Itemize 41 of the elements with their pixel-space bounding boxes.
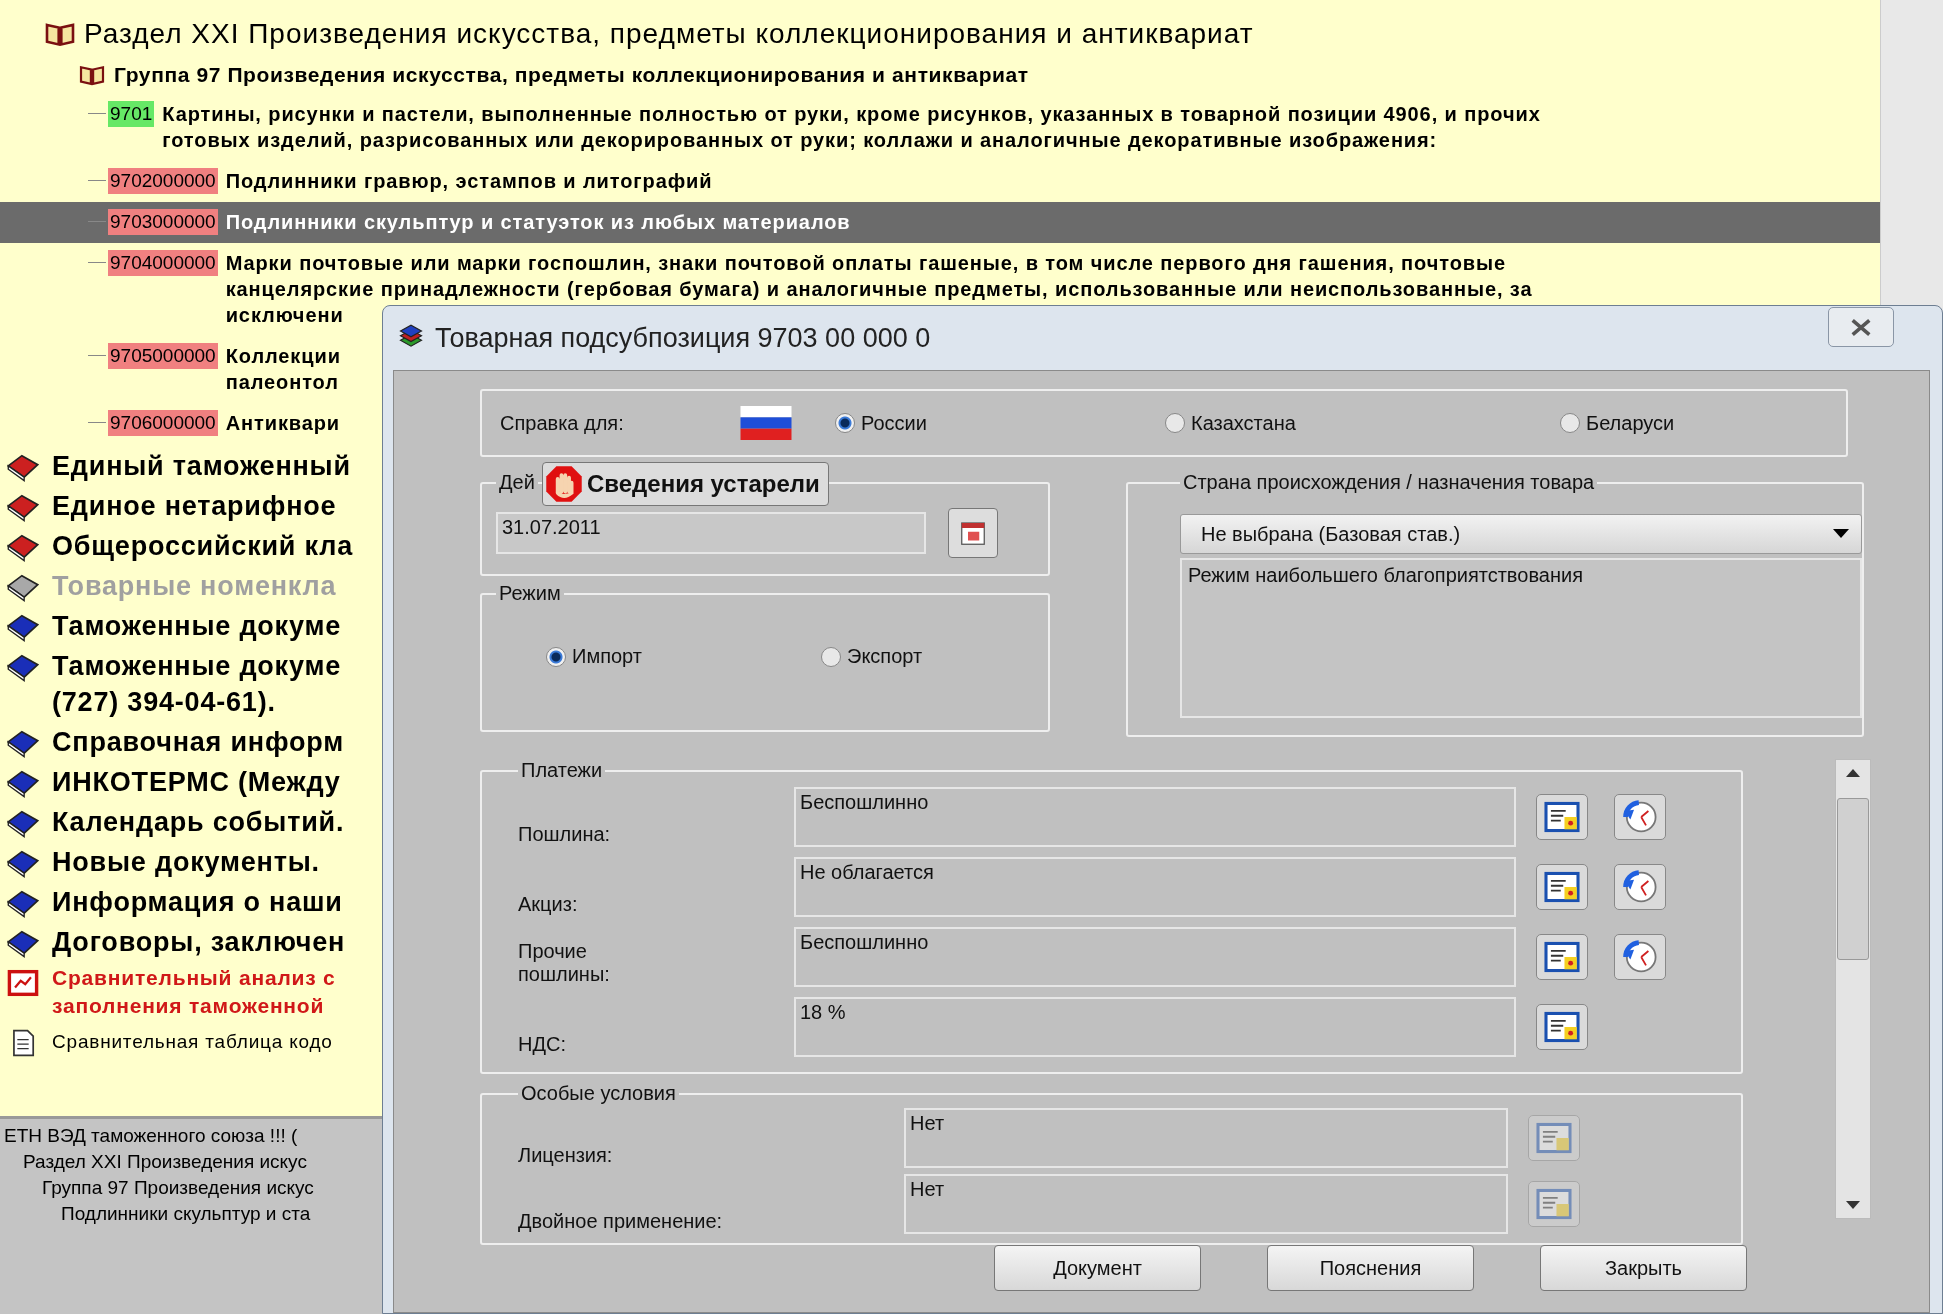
field-label: Лицензия: xyxy=(518,1144,614,1168)
item-text: Подлинники скульптур и статуэток из любых материалов xyxy=(225,210,851,235)
group-label: Особые условия xyxy=(520,1082,677,1105)
value-field: Беспошлинно xyxy=(794,927,1516,987)
code-badge: 9701 xyxy=(108,101,155,127)
value-field: Нет xyxy=(904,1108,1508,1168)
item-text: Антиквари xyxy=(225,411,341,436)
code-badge: 9706000000 xyxy=(108,410,218,436)
regime-text-area: Режим наибольшего благоприятствования xyxy=(1180,558,1862,718)
field-label: Акциз: xyxy=(518,893,579,917)
path-text: Подлинники скульптур и ста xyxy=(60,1202,311,1226)
path-text: Группа 97 Произведения искус xyxy=(41,1176,314,1200)
item-text: палеонтол xyxy=(225,370,340,395)
field-label: НДС: xyxy=(518,1033,567,1057)
item-text: готовых изделий, разрисованных или декорированных от руки; коллажи и аналогичные декоративные изображения: xyxy=(162,128,1439,153)
group-label: Дей xyxy=(498,471,536,494)
item-text: Марки почтовые или марки госпошлин, знаки почтовой оплаты гашеные, в том числе первого дня гашения, почтовые xyxy=(225,251,1507,276)
item-text: Картины, рисунки и пастели, выполненные полностью от руки, кроме рисунков, указанных в товарной позиции 4906, и прочих xyxy=(162,102,1541,127)
field-label: Прочие пошлины: xyxy=(518,940,611,987)
window-title: Товарная подсубпозиция 9703 00 000 0 xyxy=(435,322,932,354)
path-text: Раздел XXI Произведения искус xyxy=(22,1150,307,1174)
item-text: исключени xyxy=(225,303,345,328)
item-text: Коллекции xyxy=(225,344,341,369)
code-badge: 9703000000 xyxy=(108,209,218,235)
value-field: Не облагается xyxy=(794,857,1516,917)
code-badge: 9705000000 xyxy=(108,343,218,369)
value-field: 18 % xyxy=(794,997,1516,1057)
item-text: канцелярские принадлежности (гербовая бумага) и аналогичные предметы, использованные или неиспользованные, за xyxy=(225,277,1533,302)
field-label: Пошлина: xyxy=(518,823,612,847)
field-label: Двойное применение: xyxy=(518,1210,724,1234)
group-label: Режим xyxy=(498,582,562,605)
item-text: Подлинники гравюр, эстампов и литографий xyxy=(225,169,713,194)
value-field: Беспошлинно xyxy=(794,787,1516,847)
path-text: ЕТН ВЭД таможенного союза !!! ( xyxy=(3,1124,298,1148)
warning-text: Сведения устарели xyxy=(587,470,820,498)
group-label: Страна происхождения / назначения товара xyxy=(1182,471,1596,494)
field-label: Справка для: xyxy=(500,411,625,435)
code-badge: 9704000000 xyxy=(108,250,218,276)
code-badge: 9702000000 xyxy=(108,168,218,194)
value-field: Нет xyxy=(904,1174,1508,1234)
group-label: Платежи xyxy=(520,759,604,782)
